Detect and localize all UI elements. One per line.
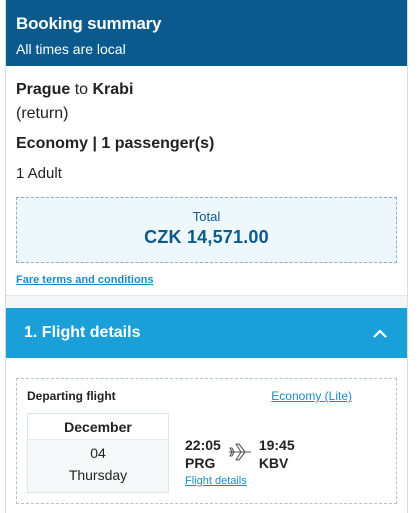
flight-details-panel: Departing flight Economy (Lite) December… [6,358,407,513]
summary-header: Booking summary All times are local [6,0,407,66]
date-weekday: Thursday [68,467,128,483]
arrival-time: 19:45 [258,437,295,453]
fare-type-link[interactable]: Economy (Lite) [271,389,352,403]
date-month: December [28,414,168,440]
arrival-segment: 19:45 KBV [259,437,295,471]
route-origin: Prague [16,81,71,98]
arrival-airport-code: KBV [258,455,289,471]
total-label: Total [192,209,221,224]
time-row: 22:05 PRG 19:45 KBV [185,437,295,471]
departing-flight-card: Departing flight Economy (Lite) December… [16,378,397,504]
summary-subtitle: All times are local [16,41,126,57]
total-price: CZK 14,571.00 [144,227,269,247]
fare-terms-link[interactable]: Fare terms and conditions [16,274,154,286]
chevron-up-icon[interactable] [371,324,389,342]
trip-type: (return) [16,105,69,122]
date-day: 04 [90,445,106,461]
total-box: Total CZK 14,571.00 [16,197,397,263]
flight-card-header: Departing flight Economy (Lite) [27,389,386,403]
flight-details-link[interactable]: Flight details [185,475,247,487]
departure-airport-code: PRG [185,455,216,471]
departure-segment: 22:05 PRG [185,437,221,471]
booking-summary-card: Booking summary All times are local Prag… [5,0,408,513]
departure-date: December 04 Thursday [27,413,169,493]
airplane-icon [223,437,257,467]
departure-time: 22:05 [185,437,221,453]
flight-times: 22:05 PRG 19:45 KBV Flight details [185,437,295,489]
passenger-count: 1 Adult [16,165,62,182]
route-line: Prague to Krabi [16,80,397,100]
summary-title: Booking summary [16,14,162,33]
route-connector: to [74,81,89,98]
section-title: 1. Flight details [24,324,141,341]
cabin-passengers: Economy | 1 passenger(s) [16,135,215,152]
route-destination: Krabi [92,81,134,98]
flight-details-section-header[interactable]: 1. Flight details [6,308,407,358]
departing-flight-label: Departing flight [27,389,116,403]
summary-body: Prague to Krabi (return) Economy | 1 pas… [6,66,407,296]
